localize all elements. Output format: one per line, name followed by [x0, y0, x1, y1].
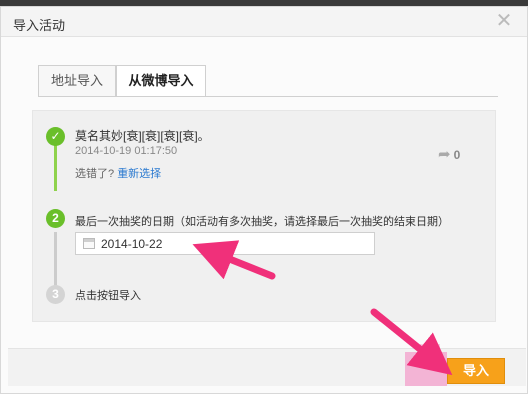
last-draw-date-label: 最后一次抽奖的日期（如活动有多次抽奖，请选择最后一次抽奖的结束日期） — [75, 216, 449, 228]
step-1-check-icon: ✓ — [46, 127, 65, 146]
draw-date-input[interactable]: 2014-10-22 — [75, 232, 375, 255]
tab-divider — [38, 96, 498, 97]
repost-arrow-icon: ➦ — [438, 146, 451, 163]
dialog-header: 导入活动 ✕ — [1, 7, 527, 37]
tab-weibo-import[interactable]: 从微博导入 — [116, 65, 206, 97]
step-3-number: 3 — [46, 285, 65, 304]
close-icon[interactable]: ✕ — [495, 11, 513, 31]
reselect-link[interactable]: 重新选择 — [117, 168, 161, 180]
dialog-title: 导入活动 — [13, 18, 66, 33]
reselect-prompt: 选错了? 重新选择 — [75, 165, 161, 181]
step-connector-pending — [54, 232, 57, 290]
calendar-icon[interactable] — [83, 238, 95, 249]
step-connector-done — [54, 143, 57, 191]
selected-weibo-text: 莫名其妙[衰][衰][衰][衰]。 — [75, 129, 210, 143]
step-2-number: 2 — [46, 209, 65, 228]
repost-counter: ➦ 0 — [438, 145, 460, 163]
import-steps-panel: ✓ 莫名其妙[衰][衰][衰][衰]。 2014-10-19 01:17:50 … — [32, 110, 496, 322]
weibo-timestamp: 2014-10-19 01:17:50 — [75, 145, 178, 157]
import-button[interactable]: 导入 — [447, 358, 505, 384]
pixelated-mask — [405, 352, 447, 386]
reselect-question: 选错了? — [75, 168, 115, 180]
repost-count: 0 — [453, 148, 461, 162]
pixelated-mask — [420, 344, 440, 354]
draw-date-value: 2014-10-22 — [101, 237, 163, 251]
tab-address-import[interactable]: 地址导入 — [38, 65, 116, 97]
click-to-import-label: 点击按钮导入 — [75, 290, 141, 302]
